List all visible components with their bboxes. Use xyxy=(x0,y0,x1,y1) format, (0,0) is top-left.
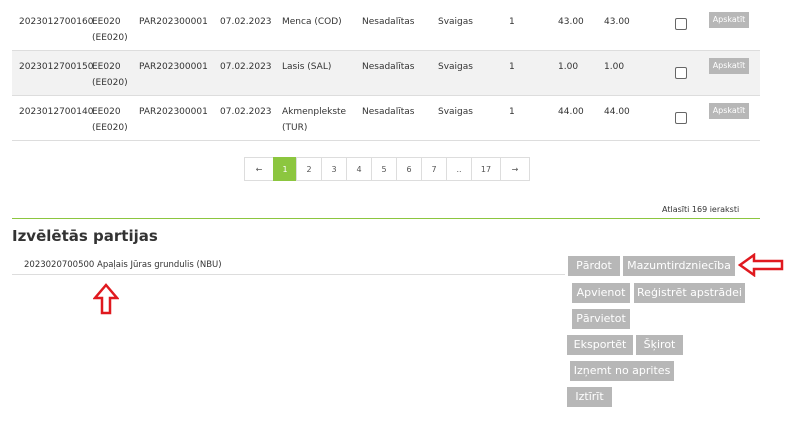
view-button[interactable]: Apskatīt xyxy=(709,103,749,119)
weight: 44.00 xyxy=(558,107,584,117)
table-row: 2023012700140 EE020 (EE020) PAR202300001… xyxy=(12,96,760,141)
page-7-button[interactable]: 7 xyxy=(421,157,447,181)
section-divider xyxy=(12,218,760,219)
sell-button[interactable]: Pārdot xyxy=(568,256,620,276)
clear-button[interactable]: Iztīrīt xyxy=(567,387,612,407)
retail-button[interactable]: Mazumtirdzniecība xyxy=(623,256,735,276)
export-button[interactable]: Eksportēt xyxy=(567,335,633,355)
section-title: Izvēlētās partijas xyxy=(12,227,158,245)
pagination: ← 1 2 3 4 5 6 7 .. 17 → xyxy=(244,157,530,181)
records-found-text: Atlasīti 169 ieraksti xyxy=(662,205,740,214)
page-5-button[interactable]: 5 xyxy=(371,157,397,181)
lots-table: 2023012700160 EE020 (EE020) PAR202300001… xyxy=(12,0,760,141)
select-checkbox[interactable] xyxy=(675,67,687,79)
page-17-button[interactable]: 17 xyxy=(471,157,501,181)
species: Menca (COD) xyxy=(282,17,342,27)
state: Nesadalītas xyxy=(362,107,415,117)
par-number: PAR202300001 xyxy=(139,62,208,72)
page-3-button[interactable]: 3 xyxy=(321,157,347,181)
date: 07.02.2023 xyxy=(220,107,272,117)
quantity: 1 xyxy=(509,17,515,27)
vessel-code: EE020 (EE020) xyxy=(92,107,128,133)
lot-id: 2023012700150 xyxy=(19,62,94,72)
page-next-button[interactable]: → xyxy=(500,157,530,181)
select-checkbox[interactable] xyxy=(675,18,687,30)
page-ellipsis: .. xyxy=(446,157,472,181)
date: 07.02.2023 xyxy=(220,62,272,72)
par-number: PAR202300001 xyxy=(139,107,208,117)
merge-button[interactable]: Apvienot xyxy=(572,283,630,303)
page-4-button[interactable]: 4 xyxy=(346,157,372,181)
selected-lot-item[interactable]: 2023020700500 Apaļais Jūras grundulis (N… xyxy=(12,255,565,275)
state: Nesadalītas xyxy=(362,17,415,27)
freshness: Svaigas xyxy=(438,107,473,117)
view-button[interactable]: Apskatīt xyxy=(709,12,749,28)
vessel-code: EE020 (EE020) xyxy=(92,17,128,43)
sort-button[interactable]: Šķirot xyxy=(636,335,683,355)
register-processing-button[interactable]: Reģistrēt apstrādei xyxy=(634,283,745,303)
weight: 1.00 xyxy=(558,62,579,72)
species: Akmenplekste (TUR) xyxy=(282,107,347,133)
vessel-code: EE020 (EE020) xyxy=(92,62,128,88)
select-checkbox[interactable] xyxy=(675,112,687,124)
page-6-button[interactable]: 6 xyxy=(396,157,422,181)
page-2-button[interactable]: 2 xyxy=(296,157,322,181)
move-button[interactable]: Pārvietot xyxy=(572,309,630,329)
weight-remaining: 1.00 xyxy=(604,62,625,72)
species: Lasis (SAL) xyxy=(282,62,332,72)
remove-from-circulation-button[interactable]: Izņemt no aprites xyxy=(570,361,674,381)
lot-id: 2023012700140 xyxy=(19,107,94,117)
par-number: PAR202300001 xyxy=(139,17,208,27)
date: 07.02.2023 xyxy=(220,17,272,27)
weight-remaining: 44.00 xyxy=(604,107,630,117)
freshness: Svaigas xyxy=(438,17,473,27)
left-arrow-icon xyxy=(738,253,784,277)
freshness: Svaigas xyxy=(438,62,473,72)
table-row: 2023012700150 EE020 (EE020) PAR202300001… xyxy=(12,51,760,96)
page-1-button[interactable]: 1 xyxy=(273,157,297,181)
state: Nesadalītas xyxy=(362,62,415,72)
weight: 43.00 xyxy=(558,17,584,27)
quantity: 1 xyxy=(509,107,515,117)
page-prev-button[interactable]: ← xyxy=(244,157,274,181)
up-arrow-icon xyxy=(93,283,119,315)
lot-id: 2023012700160 xyxy=(19,17,94,27)
quantity: 1 xyxy=(509,62,515,72)
view-button[interactable]: Apskatīt xyxy=(709,58,749,74)
table-row: 2023012700160 EE020 (EE020) PAR202300001… xyxy=(12,0,760,51)
weight-remaining: 43.00 xyxy=(604,17,630,27)
